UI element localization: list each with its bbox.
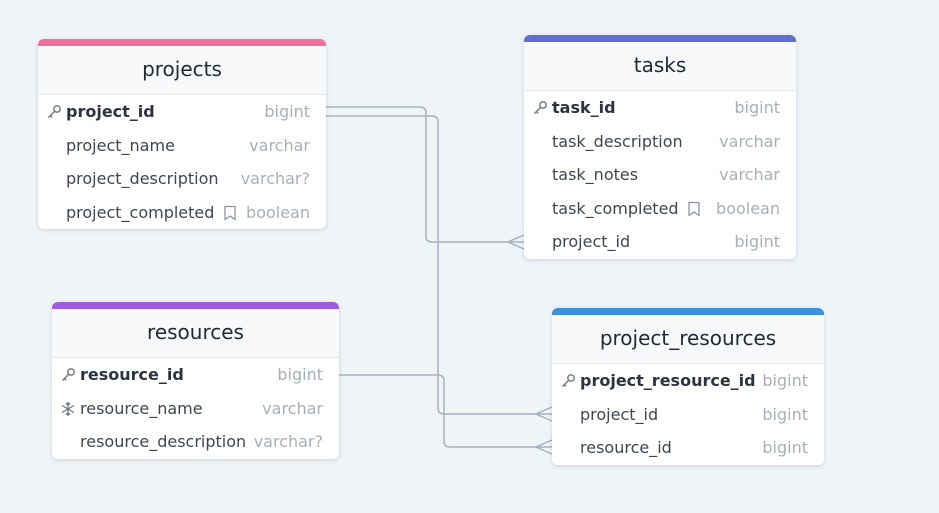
- field-name: resource_id: [580, 438, 672, 458]
- field-name: project_description: [66, 169, 219, 189]
- field-name: project_id: [580, 404, 659, 424]
- field-name: task_description: [552, 131, 683, 151]
- bookmark-icon[interactable]: [687, 201, 701, 217]
- field-name: project_completed: [66, 202, 215, 222]
- field-type: bigint: [762, 404, 808, 424]
- table-header[interactable]: tasks: [524, 42, 796, 91]
- diagram-canvas: projects project_id bigint project_name …: [0, 0, 939, 513]
- field-type: varchar?: [253, 432, 323, 452]
- table-projects[interactable]: projects project_id bigint project_name …: [38, 39, 326, 230]
- field-name: project_id: [552, 232, 631, 252]
- key-icon: [48, 105, 61, 118]
- field-type: bigint: [277, 365, 323, 384]
- key-icon: [562, 374, 575, 387]
- field-row-project-id[interactable]: project_id bigint: [552, 398, 824, 432]
- table-tasks[interactable]: tasks task_id bigint task_description va…: [524, 35, 796, 259]
- field-type: bigint: [762, 371, 808, 390]
- field-name: task_notes: [552, 165, 639, 185]
- field-type: bigint: [734, 98, 780, 117]
- field-type: varchar: [719, 165, 780, 185]
- field-row-resource-name[interactable]: resource_name varchar: [52, 392, 339, 426]
- field-name: task_id: [552, 98, 616, 117]
- key-icon: [534, 101, 547, 114]
- table-header[interactable]: projects: [38, 46, 326, 95]
- field-type: bigint: [762, 438, 808, 458]
- table-accent-bar: [52, 302, 339, 309]
- link-projects-tasks[interactable]: [326, 106, 525, 250]
- field-name: project_resource_id: [580, 371, 756, 390]
- bookmark-icon[interactable]: [223, 205, 237, 221]
- key-icon: [62, 368, 75, 381]
- field-type: varchar?: [240, 169, 310, 189]
- field-type: bigint: [734, 232, 780, 252]
- field-name: resource_name: [80, 398, 203, 418]
- field-row-project-description[interactable]: project_description varchar?: [38, 162, 326, 196]
- table-project-resources[interactable]: project_resources project_resource_id bi…: [552, 308, 824, 465]
- table-accent-bar: [524, 35, 796, 42]
- table-accent-bar: [552, 308, 824, 315]
- field-type: bigint: [264, 102, 310, 121]
- field-type: varchar: [719, 131, 780, 151]
- field-row-project-resource-id[interactable]: project_resource_id bigint: [552, 364, 824, 398]
- field-name: project_id: [66, 102, 155, 121]
- field-row-resource-id[interactable]: resource_id bigint: [52, 358, 339, 392]
- field-name: resource_description: [80, 432, 247, 452]
- table-accent-bar: [38, 39, 326, 46]
- field-row-project-name[interactable]: project_name varchar: [38, 129, 326, 163]
- field-type: boolean: [246, 202, 310, 222]
- field-type: varchar: [262, 398, 323, 418]
- table-header[interactable]: resources: [52, 309, 339, 358]
- snowflake-icon: [61, 401, 75, 416]
- field-row-task-id[interactable]: task_id bigint: [524, 91, 796, 125]
- field-name: project_name: [66, 135, 175, 155]
- table-resources[interactable]: resources resource_id bigint resource_na…: [52, 302, 339, 459]
- field-row-resource-id[interactable]: resource_id bigint: [552, 431, 824, 465]
- field-row-project-completed[interactable]: project_completed boolean: [38, 196, 326, 230]
- field-name: resource_id: [80, 365, 184, 384]
- field-row-task-notes[interactable]: task_notes varchar: [524, 158, 796, 192]
- table-header[interactable]: project_resources: [552, 315, 824, 364]
- field-row-task-description[interactable]: task_description varchar: [524, 125, 796, 159]
- field-row-project-id[interactable]: project_id bigint: [524, 225, 796, 259]
- field-row-project-id[interactable]: project_id bigint: [38, 95, 326, 129]
- field-row-task-completed[interactable]: task_completed boolean: [524, 192, 796, 226]
- field-type: boolean: [716, 198, 780, 218]
- field-name: task_completed: [552, 198, 679, 218]
- field-type: varchar: [249, 135, 310, 155]
- field-row-resource-description[interactable]: resource_description varchar?: [52, 425, 339, 459]
